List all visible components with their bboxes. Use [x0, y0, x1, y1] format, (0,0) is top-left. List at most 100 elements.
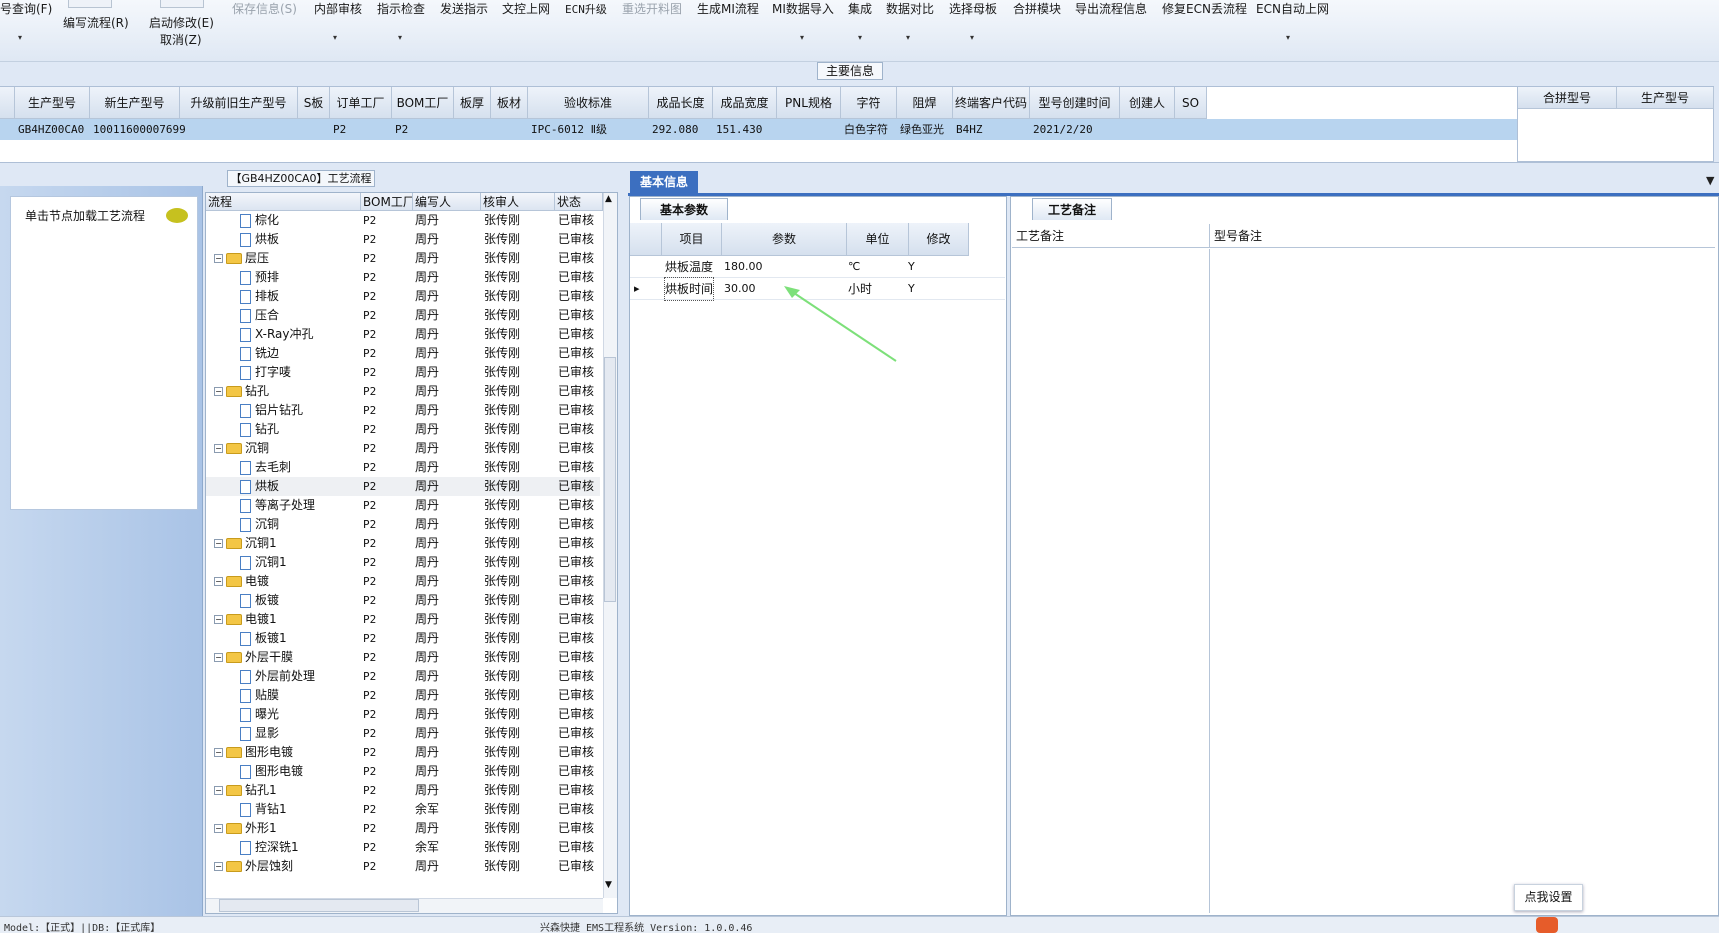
load-flow-hint[interactable]: 单击节点加载工艺流程	[25, 207, 145, 224]
tree-row[interactable]: 曝光 P2 周丹 张传刚 已审核	[206, 705, 600, 724]
col-flow[interactable]: 流程	[206, 193, 361, 211]
collapse-toggle-icon[interactable]: −	[214, 444, 223, 453]
main-col-header[interactable]: 型号创建时间	[1030, 87, 1120, 119]
param-row[interactable]: 烘板温度 180.00 ℃ Y	[630, 256, 1005, 278]
save-button[interactable]: 保存信息(S)	[232, 0, 297, 17]
collapse-toggle-icon[interactable]: −	[214, 862, 223, 871]
mi-import-button[interactable]: MI数据导入	[772, 0, 834, 17]
tree-row[interactable]: 沉铜 P2 周丹 张传刚 已审核	[206, 515, 600, 534]
tree-hscroll-thumb[interactable]	[219, 899, 419, 912]
tree-row[interactable]: 外层前处理 P2 周丹 张传刚 已审核	[206, 667, 600, 686]
tab-process-notes[interactable]: 工艺备注	[1032, 198, 1112, 220]
merge-model-header[interactable]: 合拼型号	[1518, 87, 1617, 109]
tree-row[interactable]: − 外层干膜 P2 周丹 张传刚 已审核	[206, 648, 600, 667]
tree-node[interactable]: X-Ray冲孔	[240, 325, 356, 344]
tree-node[interactable]: 排板	[240, 287, 356, 306]
main-col-header[interactable]: 终端客户代码	[953, 87, 1030, 119]
chevron-down-icon[interactable]: ▾	[398, 33, 402, 42]
tree-node[interactable]: − 图形电镀	[214, 743, 356, 762]
tree-node[interactable]: 板镀	[240, 591, 356, 610]
main-col-header[interactable]: SO	[1175, 87, 1207, 119]
tree-row[interactable]: 图形电镀 P2 周丹 张传刚 已审核	[206, 762, 600, 781]
main-col-header[interactable]: 板厚	[454, 87, 491, 119]
tree-node[interactable]: − 电镀	[214, 572, 356, 591]
chevron-down-icon[interactable]: ▾	[906, 33, 910, 42]
tree-node[interactable]: 烘板	[240, 230, 356, 249]
tree-node[interactable]: 铝片钻孔	[240, 401, 356, 420]
tree-node[interactable]: 沉铜1	[240, 553, 356, 572]
tree-row[interactable]: 预排 P2 周丹 张传刚 已审核	[206, 268, 600, 287]
tree-node[interactable]: 控深铣1	[240, 838, 356, 857]
edit-flow-button[interactable]: 编写流程(R)	[63, 14, 129, 31]
gen-mi-button[interactable]: 生成MI流程	[697, 0, 759, 17]
tree-node[interactable]: 显影	[240, 724, 356, 743]
publish-button[interactable]: 文控上网	[502, 0, 550, 17]
tree-node[interactable]: 图形电镀	[240, 762, 356, 781]
col-item[interactable]: 项目	[662, 223, 722, 256]
chevron-down-icon[interactable]: ▾	[1286, 33, 1290, 42]
tree-node[interactable]: 预排	[240, 268, 356, 287]
main-col-header[interactable]: 验收标准	[528, 87, 649, 119]
tree-row[interactable]: 板镀 P2 周丹 张传刚 已审核	[206, 591, 600, 610]
tree-node[interactable]: − 电镀1	[214, 610, 356, 629]
tree-row[interactable]: 背钻1 P2 余军 张传刚 已审核	[206, 800, 600, 819]
main-col-header[interactable]: 阻焊	[897, 87, 953, 119]
param-value[interactable]: 180.00	[724, 256, 763, 278]
tree-node[interactable]: 去毛刺	[240, 458, 356, 477]
tree-node[interactable]: 沉铜	[240, 515, 356, 534]
main-col-header[interactable]: 板材	[491, 87, 528, 119]
main-col-header[interactable]: 成品长度	[649, 87, 713, 119]
collapse-toggle-icon[interactable]: −	[214, 615, 223, 624]
collapse-toggle-icon[interactable]: −	[214, 786, 223, 795]
tree-row[interactable]: 去毛刺 P2 周丹 张传刚 已审核	[206, 458, 600, 477]
export-flow-button[interactable]: 导出流程信息	[1075, 0, 1147, 17]
merge-module-button[interactable]: 合拼模块	[1013, 0, 1061, 17]
main-col-header[interactable]: 创建人	[1120, 87, 1175, 119]
tree-node[interactable]: 等离子处理	[240, 496, 356, 515]
integrate-button[interactable]: 集成	[848, 0, 872, 17]
tree-row[interactable]: 显影 P2 周丹 张传刚 已审核	[206, 724, 600, 743]
tree-row[interactable]: − 外层蚀刻 P2 周丹 张传刚 已审核	[206, 857, 600, 876]
main-col-header[interactable]: S板	[298, 87, 330, 119]
col-status[interactable]: 状态	[555, 193, 603, 211]
model-notes-input[interactable]	[1211, 249, 1714, 913]
settings-button[interactable]: 点我设置	[1514, 884, 1583, 911]
tree-row[interactable]: 压合 P2 周丹 张传刚 已审核	[206, 306, 600, 325]
col-reviewer[interactable]: 核审人	[481, 193, 555, 211]
tree-row[interactable]: 铝片钻孔 P2 周丹 张传刚 已审核	[206, 401, 600, 420]
tree-row[interactable]: 钻孔 P2 周丹 张传刚 已审核	[206, 420, 600, 439]
tree-row[interactable]: 打字唛 P2 周丹 张传刚 已审核	[206, 363, 600, 382]
main-col-header[interactable]: BOM工厂	[392, 87, 454, 119]
col-unit[interactable]: 单位	[847, 223, 909, 256]
process-notes-input[interactable]	[1012, 249, 1210, 913]
tree-node[interactable]: 铣边	[240, 344, 356, 363]
tree-node[interactable]: 背钻1	[240, 800, 356, 819]
ecn-upgrade-button[interactable]: ECN升级	[565, 1, 607, 17]
query-button[interactable]: 号查询(F)	[0, 0, 52, 17]
check-button[interactable]: 指示检查	[377, 0, 425, 17]
tree-row[interactable]: 等离子处理 P2 周丹 张传刚 已审核	[206, 496, 600, 515]
tree-row[interactable]: − 钻孔1 P2 周丹 张传刚 已审核	[206, 781, 600, 800]
chevron-down-icon[interactable]: ▾	[800, 33, 804, 42]
chevron-down-icon[interactable]: ▾	[333, 33, 337, 42]
main-col-header[interactable]: 订单工厂	[330, 87, 392, 119]
collapse-icon[interactable]: ▼	[1706, 174, 1714, 187]
param-value[interactable]: 30.00	[724, 278, 756, 300]
tree-node[interactable]: − 层压	[214, 249, 356, 268]
col-factory[interactable]: BOM工厂	[361, 193, 413, 211]
collapse-toggle-icon[interactable]: −	[214, 748, 223, 757]
tab-basic-info[interactable]: 基本信息	[630, 171, 698, 193]
tree-node[interactable]: 烘板	[240, 477, 356, 496]
send-button[interactable]: 发送指示	[440, 0, 488, 17]
tree-node[interactable]: 板镀1	[240, 629, 356, 648]
tree-node[interactable]: 棕化	[240, 211, 356, 230]
chevron-down-icon[interactable]: ▾	[18, 33, 22, 42]
tree-node[interactable]: − 外层蚀刻	[214, 857, 356, 876]
tree-row[interactable]: − 层压 P2 周丹 张传刚 已审核	[206, 249, 600, 268]
tree-node[interactable]: − 外层干膜	[214, 648, 356, 667]
col-writer[interactable]: 编写人	[413, 193, 481, 211]
tree-row[interactable]: 铣边 P2 周丹 张传刚 已审核	[206, 344, 600, 363]
tree-row[interactable]: − 电镀1 P2 周丹 张传刚 已审核	[206, 610, 600, 629]
tree-vscroll-thumb[interactable]	[604, 357, 616, 602]
tree-node[interactable]: − 沉铜	[214, 439, 356, 458]
